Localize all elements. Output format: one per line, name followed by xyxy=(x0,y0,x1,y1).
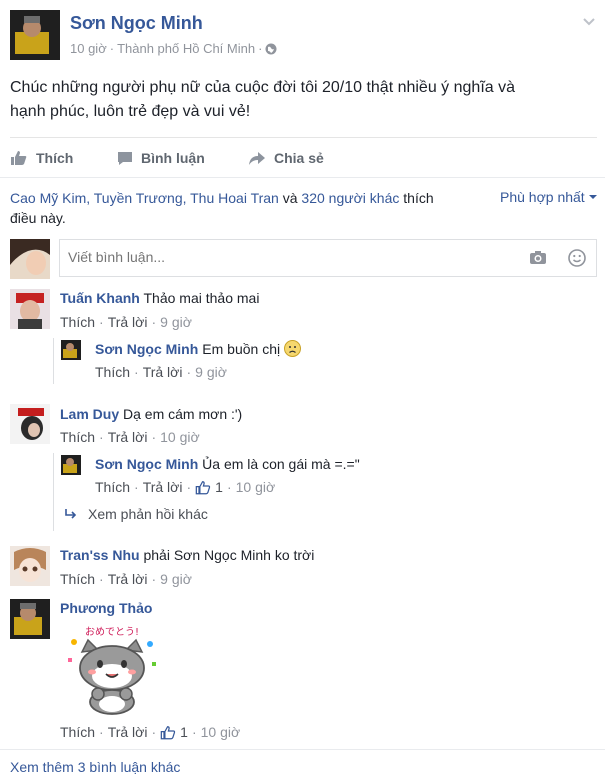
reply-like-link[interactable]: Thích xyxy=(95,479,130,495)
post-divider xyxy=(10,137,597,138)
viewer-avatar xyxy=(10,239,50,279)
share-arrow-icon xyxy=(249,151,265,165)
caret-down-icon xyxy=(588,195,597,199)
comment-avatar[interactable] xyxy=(10,599,50,639)
thumbs-up-icon xyxy=(11,151,27,165)
comment-like-link[interactable]: Thích xyxy=(60,429,95,445)
share-action[interactable]: Chia sẻ xyxy=(248,148,324,168)
comment-like-link[interactable]: Thích xyxy=(60,571,95,587)
comment-text: Thảo mai thảo mai xyxy=(143,290,260,306)
reply-arrow-icon xyxy=(65,509,77,519)
comment-reply-link[interactable]: Trả lời xyxy=(108,571,148,587)
reply-like-link[interactable]: Thích xyxy=(95,364,130,380)
comment-author[interactable]: Tuấn Khanh xyxy=(60,290,140,306)
like-count-thumb-icon xyxy=(160,725,176,739)
comment-avatar[interactable] xyxy=(10,546,50,586)
comment-actions: Thích · Trả lời · 1 · 10 giờ xyxy=(60,724,241,740)
likes-others[interactable]: 320 người khác xyxy=(301,190,399,206)
comment-body: Tran'ss Nhu phải Sơn Ngọc Minh ko trời xyxy=(60,547,314,563)
reply-thread-line xyxy=(53,453,54,531)
reply-like-count[interactable]: 1 xyxy=(195,479,223,495)
comment-reply-link[interactable]: Trả lời xyxy=(108,314,148,330)
comment-actions: Thích · Trả lời · 9 giờ xyxy=(60,314,192,330)
comment-body: Tuấn Khanh Thảo mai thảo mai xyxy=(60,290,259,306)
comment-label: Bình luận xyxy=(141,150,205,166)
comment-time[interactable]: 10 giờ xyxy=(160,429,200,445)
reply-author[interactable]: Sơn Ngọc Minh xyxy=(95,341,198,357)
post-meta: 10 giờ · Thành phố Hồ Chí Minh · xyxy=(70,41,277,58)
comment-bubble-icon xyxy=(118,151,132,165)
share-label: Chia sẻ xyxy=(274,150,324,166)
sort-dropdown[interactable]: Phù hợp nhất xyxy=(500,189,598,205)
comment-composer[interactable] xyxy=(59,239,597,277)
comment-author[interactable]: Lam Duy xyxy=(60,406,119,422)
post-options-chevron-icon[interactable] xyxy=(582,14,596,32)
comment-like-link[interactable]: Thích xyxy=(60,724,95,740)
reply-time[interactable]: 10 giờ xyxy=(236,479,276,495)
comment-reply-link[interactable]: Trả lời xyxy=(108,724,148,740)
comment-author[interactable]: Tran'ss Nhu xyxy=(60,547,140,563)
comment-time[interactable]: 9 giờ xyxy=(160,314,192,330)
comment-input[interactable] xyxy=(66,248,510,266)
reply-actions: Thích · Trả lời · 1 · 10 giờ xyxy=(95,479,276,495)
likes-and: và xyxy=(278,190,302,206)
likes-summary: Cao Mỹ Kim, Tuyền Trương, Thu Hoai Tran … xyxy=(10,188,470,228)
comment-avatar[interactable] xyxy=(10,404,50,444)
likes-suffix: thích xyxy=(399,190,434,206)
like-label: Thích xyxy=(36,150,74,166)
post-text-line-1: Chúc những người phụ nữ của cuộc đời tôi… xyxy=(10,79,515,96)
album-art-icon xyxy=(10,10,60,60)
reply-reply-link[interactable]: Trả lời xyxy=(143,479,183,495)
reply-time[interactable]: 9 giờ xyxy=(195,364,227,380)
reply-avatar[interactable] xyxy=(61,340,81,360)
sort-label: Phù hợp nhất xyxy=(500,189,585,205)
comment-actions: Thích · Trả lời · 9 giờ xyxy=(60,571,192,587)
reply-actions: Thích · Trả lời · 9 giờ xyxy=(95,364,227,380)
comment-like-count[interactable]: 1 xyxy=(160,724,188,740)
post-text-line-2: hạnh phúc, luôn trẻ đẹp và vui vẻ! xyxy=(10,103,251,120)
reply-text: Ủa em là con gái mà =.=" xyxy=(202,456,360,472)
comment-body: Phương Thảo xyxy=(60,600,152,616)
comment-text: phải Sơn Ngọc Minh ko trời xyxy=(143,547,315,563)
view-more-replies[interactable]: Xem phản hồi khác xyxy=(64,506,208,522)
likes-suffix-2: điều này. xyxy=(10,210,66,226)
comment-text: Dạ em cám mơn :') xyxy=(123,406,243,422)
sticker-text: おめでとう! xyxy=(85,626,139,638)
reply-author[interactable]: Sơn Ngọc Minh xyxy=(95,456,198,472)
camera-icon[interactable] xyxy=(529,250,547,270)
comment-like-link[interactable]: Thích xyxy=(60,314,95,330)
like-action[interactable]: Thích xyxy=(10,148,73,168)
comment-time[interactable]: 10 giờ xyxy=(201,724,241,740)
post-time[interactable]: 10 giờ xyxy=(70,41,107,56)
cat-sticker[interactable]: おめでとう! xyxy=(64,622,160,718)
reply-body: Sơn Ngọc Minh Ủa em là con gái mà =.=" xyxy=(95,456,360,472)
post-author-name[interactable]: Sơn Ngọc Minh xyxy=(70,13,203,34)
reply-thread-line xyxy=(53,338,54,384)
comment-reply-link[interactable]: Trả lời xyxy=(108,429,148,445)
view-more-replies-label: Xem phản hồi khác xyxy=(88,506,208,522)
action-divider xyxy=(0,177,605,178)
comment-like-number: 1 xyxy=(180,724,188,740)
reply-reply-link[interactable]: Trả lời xyxy=(143,364,183,380)
sad-emoji-icon xyxy=(284,340,302,357)
reply-avatar[interactable] xyxy=(61,455,81,475)
view-more-comments[interactable]: Xem thêm 3 bình luận khác xyxy=(10,759,180,775)
like-count-thumb-icon xyxy=(195,480,211,494)
bottom-divider xyxy=(0,749,605,750)
reply-like-number: 1 xyxy=(215,479,223,495)
comment-action[interactable]: Bình luận xyxy=(117,148,205,168)
reply-text: Em buồn chị xyxy=(202,340,281,357)
likes-names[interactable]: Cao Mỹ Kim, Tuyền Trương, Thu Hoai Tran xyxy=(10,190,279,206)
globe-icon xyxy=(265,43,277,58)
comment-actions: Thích · Trả lời · 10 giờ xyxy=(60,429,200,445)
comment-body: Lam Duy Dạ em cám mơn :') xyxy=(60,406,242,422)
post-location[interactable]: Thành phố Hồ Chí Minh xyxy=(117,41,255,56)
post-author-avatar[interactable] xyxy=(10,10,60,60)
comment-time[interactable]: 9 giờ xyxy=(160,571,192,587)
comment-author[interactable]: Phương Thảo xyxy=(60,600,152,616)
post-text: Chúc những người phụ nữ của cuộc đời tôi… xyxy=(10,76,515,124)
reply-body: Sơn Ngọc Minh Em buồn chị xyxy=(95,340,302,357)
comment-avatar[interactable] xyxy=(10,289,50,329)
emoji-icon[interactable] xyxy=(568,249,586,272)
